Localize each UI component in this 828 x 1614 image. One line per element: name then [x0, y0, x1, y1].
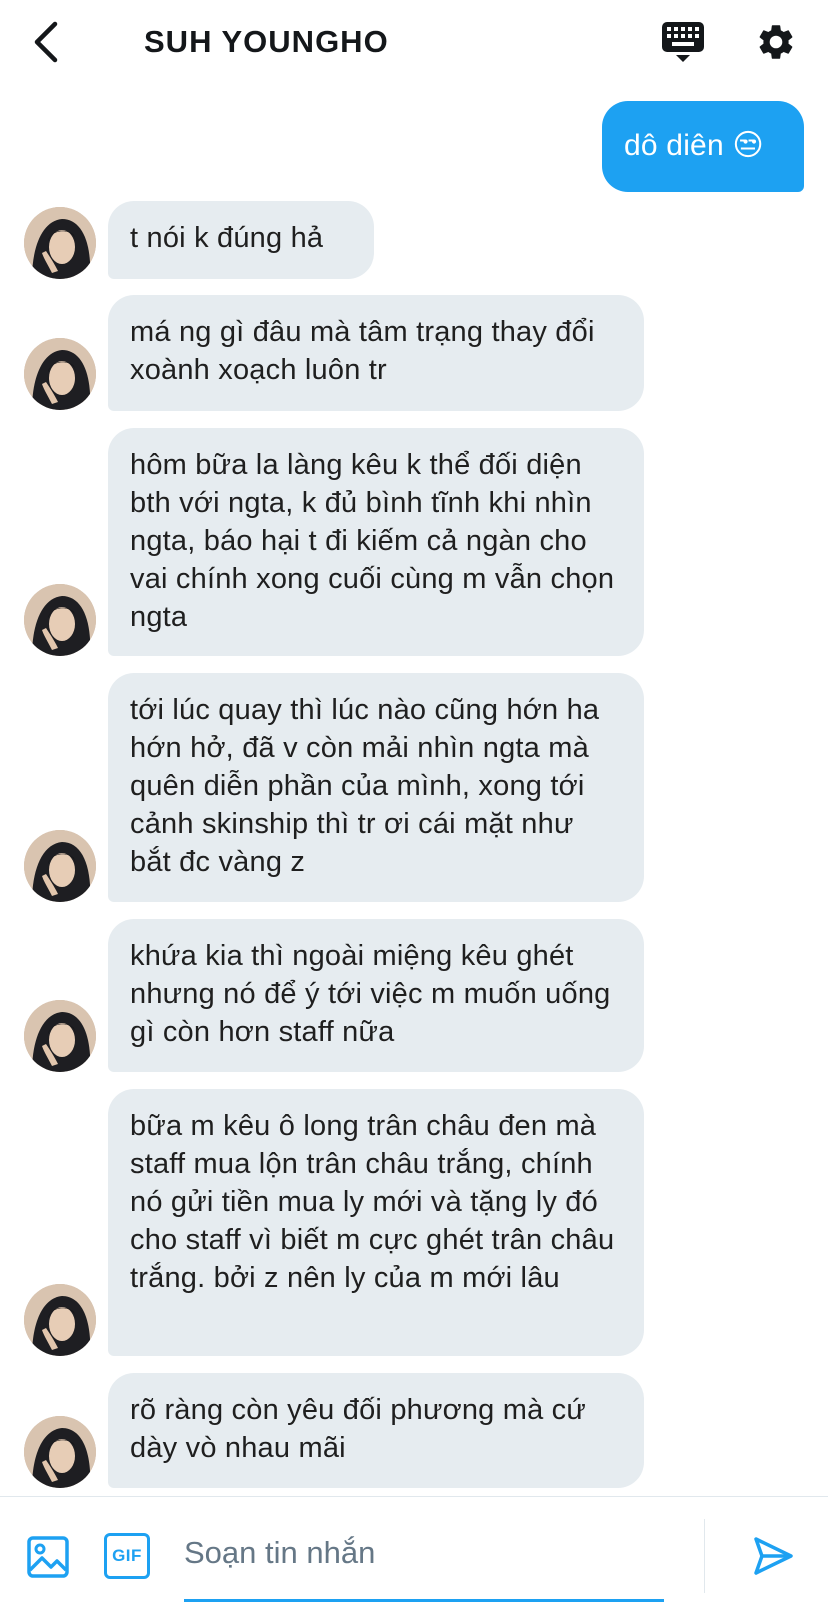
message-text: khứa kia thì ngoài miệng kêu ghét nhưng … [130, 940, 611, 1048]
add-image-button[interactable] [24, 1533, 72, 1581]
message-composer: GIF [0, 1496, 828, 1614]
avatar[interactable] [24, 1000, 96, 1072]
message-bubble-incoming[interactable]: t nói k đúng hả [108, 201, 374, 279]
gear-icon [759, 25, 793, 59]
message-bubble-incoming[interactable]: khứa kia thì ngoài miệng kêu ghét nhưng … [108, 919, 644, 1072]
avatar-image [24, 338, 96, 410]
settings-button[interactable] [752, 18, 800, 66]
composer-divider [704, 1519, 705, 1593]
conversation-title: SUH YOUNGHO [144, 24, 389, 59]
keyboard-button[interactable] [655, 18, 711, 66]
avatar-image [24, 830, 96, 902]
message-text: rõ ràng còn yêu đối phương mà cứ dày vò … [130, 1394, 586, 1464]
avatar[interactable] [24, 1284, 96, 1356]
send-button[interactable] [748, 1531, 798, 1581]
message-bubble-incoming[interactable]: tới lúc quay thì lúc nào cũng hớn ha hớn… [108, 673, 644, 902]
avatar-image [24, 1284, 96, 1356]
avatar[interactable] [24, 207, 96, 279]
avatar[interactable] [24, 584, 96, 656]
message-text: bữa m kêu ô long trân châu đen mà staff … [130, 1110, 615, 1294]
avatar[interactable] [24, 830, 96, 902]
gif-icon: GIF [112, 1546, 142, 1565]
message-text: hôm bữa la làng kêu k thể đối diện bth v… [130, 449, 615, 633]
message-input[interactable] [184, 1525, 664, 1581]
message-text: má ng gì đâu mà tâm trạng thay đổi xoành… [130, 316, 595, 386]
chevron-left-icon [34, 21, 58, 63]
image-icon [27, 1536, 69, 1578]
back-button[interactable] [24, 18, 68, 66]
message-text: t nói k đúng hả [130, 222, 324, 254]
avatar[interactable] [24, 338, 96, 410]
input-underline [184, 1599, 664, 1602]
message-bubble-outgoing[interactable]: dô diên 😒 [602, 101, 804, 192]
keyboard-icon [662, 22, 704, 62]
message-bubble-incoming[interactable]: hôm bữa la làng kêu k thể đối diện bth v… [108, 428, 644, 656]
message-text: tới lúc quay thì lúc nào cũng hớn ha hớn… [130, 694, 600, 878]
gif-button[interactable]: GIF [104, 1533, 150, 1579]
message-text: dô diên 😒 [624, 129, 764, 162]
avatar-image [24, 584, 96, 656]
avatar-image [24, 1000, 96, 1072]
message-bubble-incoming[interactable]: rõ ràng còn yêu đối phương mà cứ dày vò … [108, 1373, 644, 1488]
message-bubble-incoming[interactable]: má ng gì đâu mà tâm trạng thay đổi xoành… [108, 295, 644, 411]
avatar-image [24, 1416, 96, 1488]
avatar-image [24, 207, 96, 279]
conversation-header: SUH YOUNGHO [0, 0, 828, 86]
message-bubble-incoming[interactable]: bữa m kêu ô long trân châu đen mà staff … [108, 1089, 644, 1356]
send-icon [754, 1537, 793, 1575]
avatar[interactable] [24, 1416, 96, 1488]
